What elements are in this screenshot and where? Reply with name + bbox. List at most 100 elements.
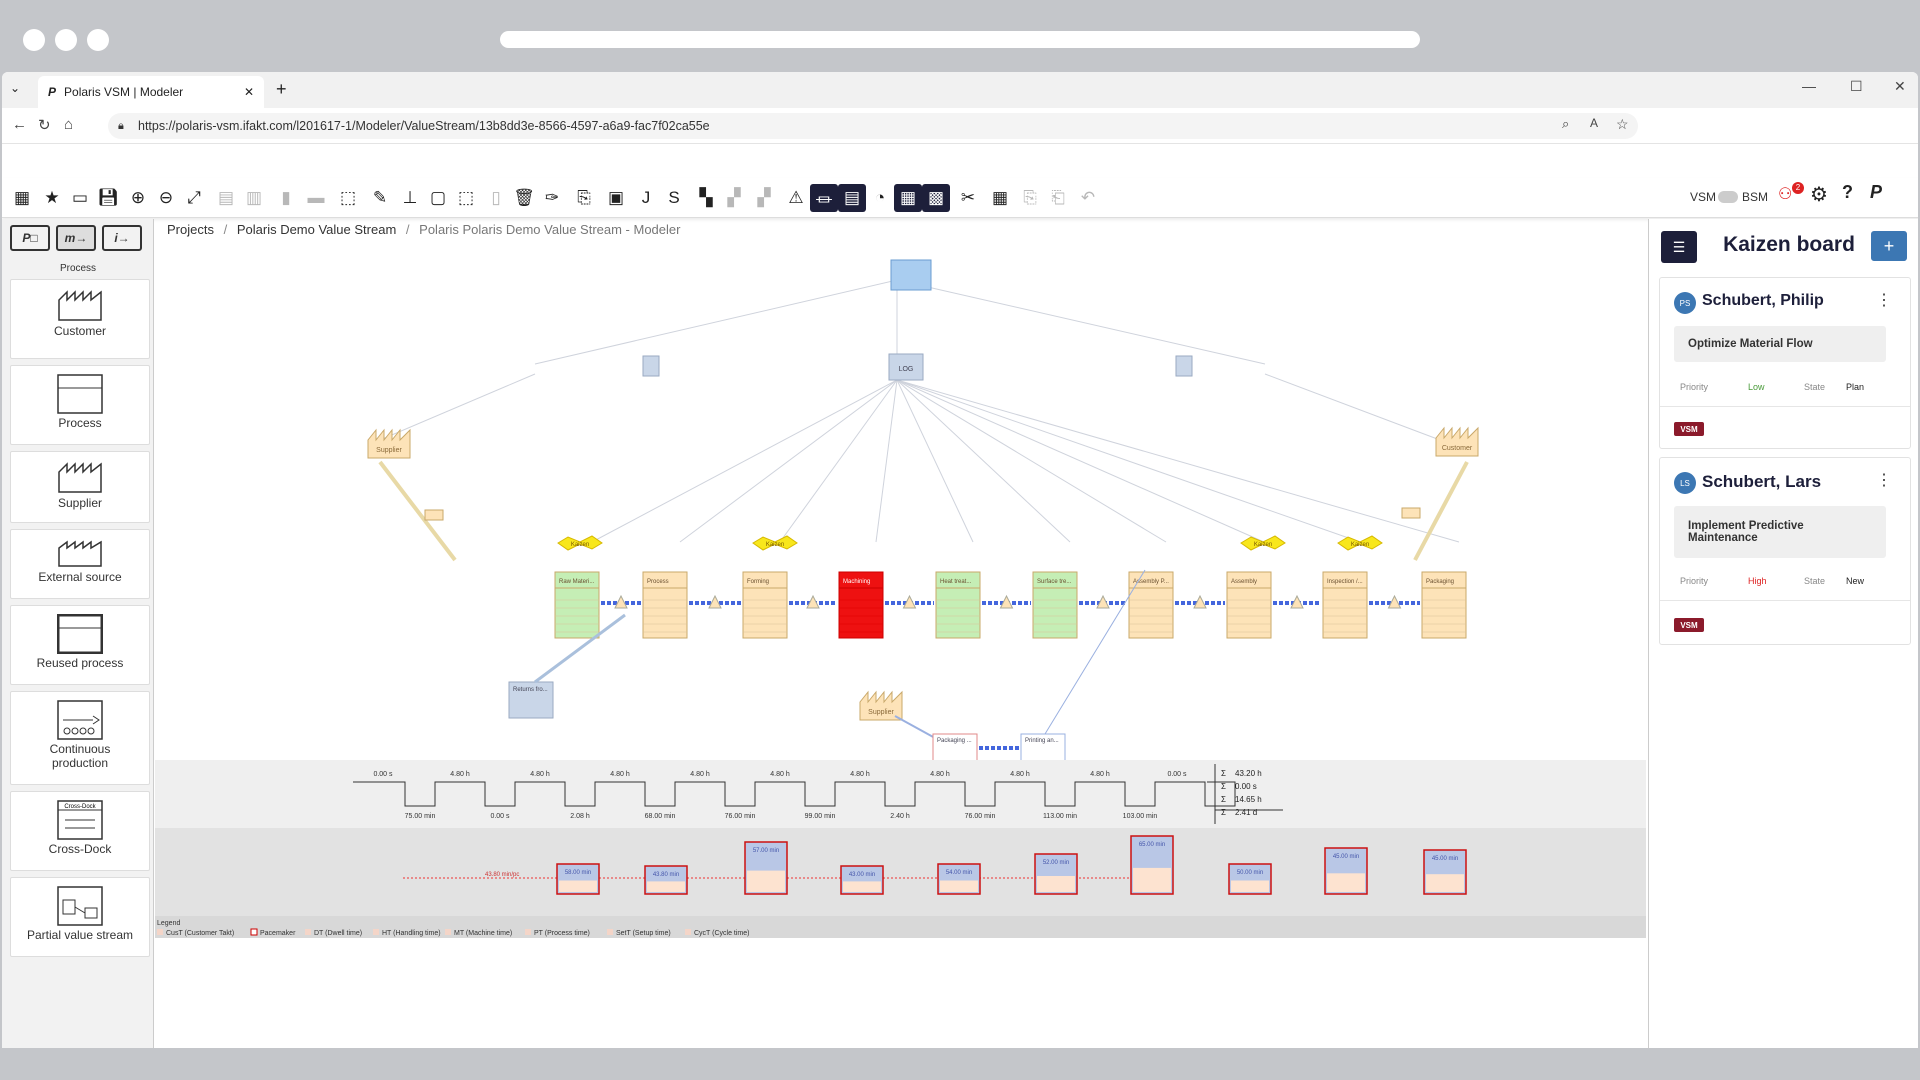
url-field[interactable]: 🔒︎ https://polaris-vsm.ifakt.com/l201617… (108, 113, 1638, 139)
palette-continuous-production[interactable]: Continuous production (10, 691, 150, 785)
search-page-icon[interactable]: ⌕ (1562, 116, 1569, 132)
calculator-icon[interactable]: ▦ (986, 184, 1014, 212)
legend-swatch[interactable] (607, 929, 613, 935)
yamazumi-segment[interactable] (1037, 876, 1075, 892)
ruler-icon[interactable]: ▭ (66, 184, 94, 212)
mode-toggle[interactable] (1718, 191, 1738, 203)
apps-icon[interactable]: ▦ (8, 184, 36, 212)
yamazumi-segment[interactable] (1426, 874, 1464, 892)
zoom-area-icon[interactable]: ▦ (894, 184, 922, 212)
crumb-projects[interactable]: Projects (167, 222, 214, 237)
kaizen-card[interactable]: LS Schubert, Lars ⋮ Implement Predictive… (1659, 457, 1911, 645)
read-aloud-icon[interactable]: A (1590, 116, 1598, 130)
window-close-icon[interactable]: ✕ (1894, 78, 1906, 95)
yamazumi-segment[interactable] (747, 870, 785, 892)
tab-list-icon[interactable]: ⌄ (10, 81, 20, 95)
kaizen-card[interactable]: PS Schubert, Philip ⋮ Optimize Material … (1659, 277, 1911, 449)
table-icon[interactable]: ▤ (838, 184, 866, 212)
select-icon[interactable]: ⬚ (334, 184, 362, 212)
link-icon[interactable]: ▬ (302, 184, 330, 212)
layers-icon[interactable]: ▚ (692, 184, 720, 212)
paint-icon[interactable]: ✑ (538, 184, 566, 212)
star-icon[interactable]: ★ (38, 184, 66, 212)
settings-icon[interactable]: ⚙ (1810, 182, 1828, 207)
tab-material[interactable]: m→ (56, 225, 96, 251)
report-icon[interactable]: ▩ (922, 184, 950, 212)
help-icon[interactable]: ? (1842, 182, 1853, 203)
back-icon[interactable]: ← (12, 116, 27, 133)
pencil-icon[interactable]: ✎ (366, 184, 394, 212)
browser-tab[interactable]: P Polaris VSM | Modeler ✕ (38, 76, 264, 108)
group-icon[interactable]: ▞ (720, 184, 748, 212)
diagram-canvas[interactable]: LOG Supplier Customer Kaizen Kaizen Kaizen Kai… (155, 240, 1646, 1048)
user-alert-icon[interactable]: ⚇ (1778, 184, 1792, 204)
palette-external-source[interactable]: External source (10, 529, 150, 599)
palette-process[interactable]: Process (10, 365, 150, 445)
distribute-icon[interactable]: ▥ (240, 184, 268, 212)
box-icon[interactable]: ▯ (482, 184, 510, 212)
fit-icon[interactable]: ⤢ (180, 184, 208, 212)
home-icon[interactable]: ⌂ (64, 116, 73, 133)
schedule-box[interactable] (642, 355, 660, 377)
yamazumi-segment[interactable] (940, 880, 978, 893)
palette-supplier[interactable]: Supplier (10, 451, 150, 523)
more-options-icon[interactable]: ⋮ (1876, 290, 1892, 310)
copy-icon[interactable]: ⎘ (1016, 184, 1044, 212)
legend-swatch[interactable] (445, 929, 451, 935)
truck[interactable] (1401, 507, 1421, 519)
more-options-icon[interactable]: ⋮ (1876, 470, 1892, 490)
legend-swatch[interactable] (305, 929, 311, 935)
svg-icon[interactable]: S (660, 184, 688, 212)
undo-icon[interactable]: ↶ (1074, 184, 1102, 212)
production-control[interactable] (890, 259, 932, 291)
triangle-icon[interactable]: ⚠ (782, 184, 810, 212)
kaizen-add-button[interactable]: + (1871, 231, 1907, 261)
lasso-icon[interactable]: ⬚ (452, 184, 480, 212)
palette-reused-process[interactable]: Reused process (10, 605, 150, 685)
palette-customer[interactable]: Customer (10, 279, 150, 359)
zoom-out-icon[interactable]: ⊖ (152, 184, 180, 212)
zoom-in-icon[interactable]: ⊕ (124, 184, 152, 212)
tab-process[interactable]: P□ (10, 225, 50, 251)
legend-swatch[interactable] (373, 929, 379, 935)
legend-swatch[interactable] (157, 929, 163, 935)
new-tab-icon[interactable]: + (276, 79, 287, 100)
truck[interactable] (424, 509, 444, 521)
stack-icon[interactable]: ▮ (272, 184, 300, 212)
legend-swatch[interactable] (685, 929, 691, 935)
legend-swatch[interactable] (250, 928, 258, 936)
value-stream-map[interactable]: LOG Supplier Customer Kaizen Kaizen Kaizen Kai… (155, 240, 1646, 1048)
maximize-icon[interactable]: ☐ (1850, 78, 1863, 95)
kaizen-list-button[interactable]: ☰ (1661, 231, 1697, 263)
legend-swatch[interactable] (525, 929, 531, 935)
palette-partial-value-stream[interactable]: Partial value stream (10, 877, 150, 957)
yamazumi-segment[interactable] (647, 881, 685, 892)
export-icon[interactable]: ⎘ (570, 184, 598, 212)
paste-icon[interactable]: ⎗ (1044, 184, 1072, 212)
tab-info[interactable]: i→ (102, 225, 142, 251)
tools-icon[interactable]: ✂ (954, 184, 982, 212)
palette-cross-dock[interactable]: Cross-Dock Cross-Dock (10, 791, 150, 871)
yamazumi-segment[interactable] (1327, 873, 1365, 892)
trash-icon[interactable]: 🗑︎ (510, 184, 538, 212)
crumb-stream[interactable]: Polaris Demo Value Stream (237, 222, 396, 237)
cycle-icon[interactable]: ◔ (866, 184, 894, 212)
image-icon[interactable]: ▣ (602, 184, 630, 212)
frame-icon[interactable]: ▢ (424, 184, 452, 212)
timeline-icon[interactable]: ⏛ (810, 184, 838, 212)
yamazumi-segment[interactable] (1133, 867, 1171, 892)
reload-icon[interactable]: ↻ (38, 116, 51, 134)
close-tab-icon[interactable]: ✕ (244, 85, 254, 99)
schedule-box[interactable] (1175, 355, 1193, 377)
chart-background[interactable] (155, 828, 1646, 916)
minimize-icon[interactable]: — (1802, 78, 1816, 94)
yamazumi-segment[interactable] (1231, 880, 1269, 893)
yamazumi-segment[interactable] (843, 881, 881, 892)
save-icon[interactable]: 💾︎ (94, 184, 122, 212)
jpg-icon[interactable]: J (632, 184, 660, 212)
yamazumi-segment[interactable] (559, 880, 597, 893)
align-icon[interactable]: ▤ (212, 184, 240, 212)
stamp-icon[interactable]: ⊥ (396, 184, 424, 212)
favorite-icon[interactable]: ☆ (1616, 116, 1629, 133)
ungroup-icon[interactable]: ▞ (750, 184, 778, 212)
